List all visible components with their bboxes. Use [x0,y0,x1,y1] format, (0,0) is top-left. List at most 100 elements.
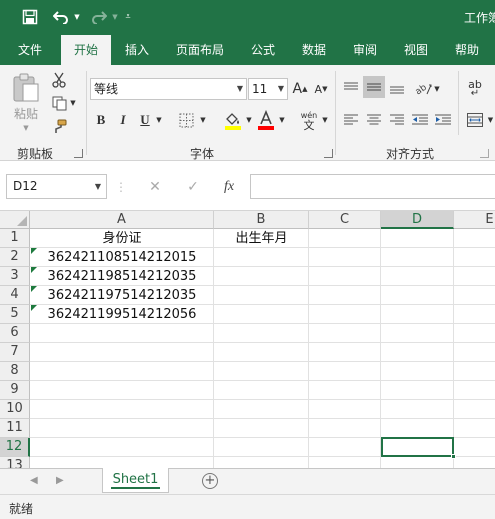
enter-icon[interactable]: ✓ [180,174,206,199]
row-header-3[interactable]: 3 [0,267,30,286]
previous-sheet-icon[interactable]: ◀ [30,475,38,486]
paste-icon[interactable] [10,71,42,105]
font-size-dropdown-icon[interactable]: ▼ [278,79,284,99]
next-sheet-icon[interactable]: ▶ [56,475,64,486]
paste-button[interactable]: 粘贴 [10,105,42,121]
decrease-font-size-glyph: A [314,82,323,96]
row-header-2[interactable]: 2 [0,248,30,267]
new-sheet-icon[interactable]: + [202,473,218,489]
row-header-11[interactable]: 11 [0,419,30,438]
align-left-icon[interactable] [341,111,361,129]
font-color-icon[interactable] [255,109,277,131]
fill-color-dropdown-icon[interactable]: ▼ [244,115,254,125]
formula-input[interactable] [250,174,495,199]
font-group-label: 字体 [190,147,215,161]
sheet-tab-sheet1[interactable]: Sheet1 [102,468,169,493]
bold-button[interactable]: B [93,110,109,130]
align-center-icon[interactable] [364,111,384,129]
tab-home[interactable]: 开始 [61,35,111,65]
phonetic-guide-dropdown-icon[interactable]: ▼ [320,115,330,125]
borders-icon[interactable] [176,111,196,129]
align-right-icon[interactable] [387,111,407,129]
middle-align-icon[interactable] [363,76,385,98]
column-header-b[interactable]: B [214,211,309,229]
orientation-icon[interactable]: ab [412,78,434,98]
cut-icon[interactable] [50,71,68,89]
row-header-13[interactable]: 13 [0,457,30,468]
customize-quick-access-icon[interactable]: ⩡ [122,6,134,28]
undo-dropdown-icon[interactable]: ▼ [72,6,82,28]
column-header-d[interactable]: D [381,211,454,229]
cell-b1[interactable]: 出生年月 [214,229,309,248]
column-header-a[interactable]: A [30,211,214,229]
column-header-c[interactable]: C [309,211,381,229]
selected-cell-d12[interactable] [381,437,456,459]
name-box-value: D12 [13,179,38,193]
phonetic-guide-icon[interactable]: wén 文 [297,109,321,133]
row-header-7[interactable]: 7 [0,343,30,362]
copy-dropdown-icon[interactable]: ▼ [68,98,78,108]
tab-review[interactable]: 审阅 [344,35,386,65]
merge-center-dropdown-icon[interactable]: ▼ [486,115,495,125]
decrease-font-size-icon[interactable]: A ▼ [313,80,329,98]
tab-view[interactable]: 视图 [395,35,437,65]
alignment-launcher-icon[interactable] [480,149,489,158]
top-align-icon[interactable] [341,78,361,98]
svg-text:ab: ab [414,83,429,96]
row-header-12[interactable]: 12 [0,438,30,457]
decrease-indent-icon[interactable] [410,111,430,129]
cell-a5[interactable]: 362421199514212056 [30,305,214,324]
clipboard-launcher-icon[interactable] [74,149,83,158]
name-box[interactable]: D12 ▼ [6,174,107,199]
name-box-dropdown-icon[interactable]: ▼ [95,175,101,198]
row-header-6[interactable]: 6 [0,324,30,343]
tab-insert[interactable]: 插入 [116,35,158,65]
underline-button[interactable]: U [137,110,153,130]
alignment-group-label: 对齐方式 [386,147,435,161]
undo-icon[interactable] [50,6,72,28]
row-header-8[interactable]: 8 [0,362,30,381]
increase-font-size-icon[interactable]: A ▲ [292,80,308,98]
select-all-corner[interactable] [0,211,30,229]
italic-button[interactable]: I [115,110,131,130]
row-header-10[interactable]: 10 [0,400,30,419]
row-header-5[interactable]: 5 [0,305,30,324]
font-size-combo[interactable]: 11 ▼ [248,78,288,100]
save-icon[interactable] [18,6,42,28]
cell-a4[interactable]: 362421197514212035 [30,286,214,305]
font-color-dropdown-icon[interactable]: ▼ [277,115,287,125]
copy-icon[interactable] [50,94,68,112]
font-name-combo[interactable]: 等线 ▼ [90,78,247,100]
redo-dropdown-icon[interactable]: ▼ [110,6,120,28]
underline-dropdown-icon[interactable]: ▼ [154,115,164,125]
tab-page-layout[interactable]: 页面布局 [168,35,232,65]
fill-handle[interactable] [451,454,456,459]
format-painter-icon[interactable] [50,117,68,135]
bottom-align-icon[interactable] [387,78,407,98]
cell-a3[interactable]: 362421198514212035 [30,267,214,286]
row-header-9[interactable]: 9 [0,381,30,400]
group-divider [335,71,336,155]
worksheet-grid[interactable]: A B C D E 1 2 3 4 5 6 7 8 9 10 11 12 13 … [0,211,495,468]
wrap-text-icon[interactable]: ab ↵ [464,78,486,100]
cell-a2[interactable]: 362421108514212015 [30,248,214,267]
tab-help[interactable]: 帮助 [446,35,488,65]
merge-center-icon[interactable] [464,111,486,129]
paste-dropdown-icon[interactable]: ▼ [20,123,32,133]
redo-icon[interactable] [88,6,110,28]
cell-a1[interactable]: 身份证 [30,229,214,248]
row-header-1[interactable]: 1 [0,229,30,248]
row-header-4[interactable]: 4 [0,286,30,305]
orientation-dropdown-icon[interactable]: ▼ [432,84,442,94]
tab-data[interactable]: 数据 [293,35,335,65]
fill-color-icon[interactable] [222,109,244,131]
tab-formulas[interactable]: 公式 [242,35,284,65]
font-launcher-icon[interactable] [324,149,333,158]
cancel-icon[interactable]: ✕ [142,174,168,199]
tab-file[interactable]: 文件 [8,35,52,65]
font-name-dropdown-icon[interactable]: ▼ [237,79,243,99]
increase-indent-icon[interactable] [433,111,453,129]
insert-function-icon[interactable]: fx [216,174,242,199]
borders-dropdown-icon[interactable]: ▼ [198,115,208,125]
column-header-e[interactable]: E [454,211,495,229]
